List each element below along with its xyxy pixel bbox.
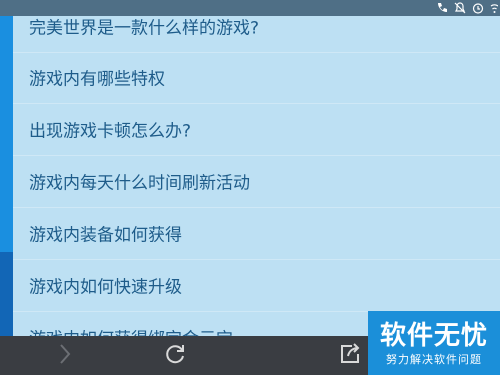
watermark-subtitle: 努力解决软件问题	[386, 353, 482, 366]
bell-off-icon	[454, 2, 466, 14]
accent-strip	[0, 0, 13, 336]
alarm-icon	[472, 2, 484, 14]
faq-item-label: 游戏内如何获得绑定金元宝	[29, 325, 233, 337]
phone-icon	[436, 2, 448, 14]
faq-item-label: 游戏内每天什么时间刷新活动	[29, 173, 250, 194]
faq-item-label: 完美世界是一款什么样的游戏?	[29, 18, 260, 39]
faq-list: 完美世界是一款什么样的游戏? 游戏内有哪些特权 出现游戏卡顿怎么办? 游戏内每天…	[13, 0, 500, 336]
faq-item-5[interactable]: 游戏内装备如何获得	[13, 207, 500, 260]
status-bar	[0, 0, 500, 16]
refresh-button[interactable]	[150, 336, 200, 375]
faq-item-6[interactable]: 游戏内如何快速升级	[13, 259, 500, 312]
accent-strip-dark	[0, 252, 13, 336]
faq-item-label: 游戏内装备如何获得	[29, 225, 182, 246]
faq-item-4[interactable]: 游戏内每天什么时间刷新活动	[13, 155, 500, 208]
forward-icon	[58, 343, 72, 369]
faq-item-label: 游戏内如何快速升级	[29, 277, 182, 298]
watermark-title: 软件无忧	[379, 321, 488, 351]
refresh-icon	[163, 342, 187, 370]
forward-button[interactable]	[40, 336, 90, 375]
wifi-icon	[490, 2, 498, 14]
status-icons	[436, 0, 500, 16]
share-icon	[338, 342, 362, 370]
faq-item-label: 游戏内有哪些特权	[29, 69, 165, 90]
faq-item-2[interactable]: 游戏内有哪些特权	[13, 51, 500, 104]
faq-item-label: 出现游戏卡顿怎么办?	[29, 121, 192, 142]
faq-item-3[interactable]: 出现游戏卡顿怎么办?	[13, 103, 500, 156]
watermark-logo: 软件无忧 努力解决软件问题	[368, 311, 500, 375]
